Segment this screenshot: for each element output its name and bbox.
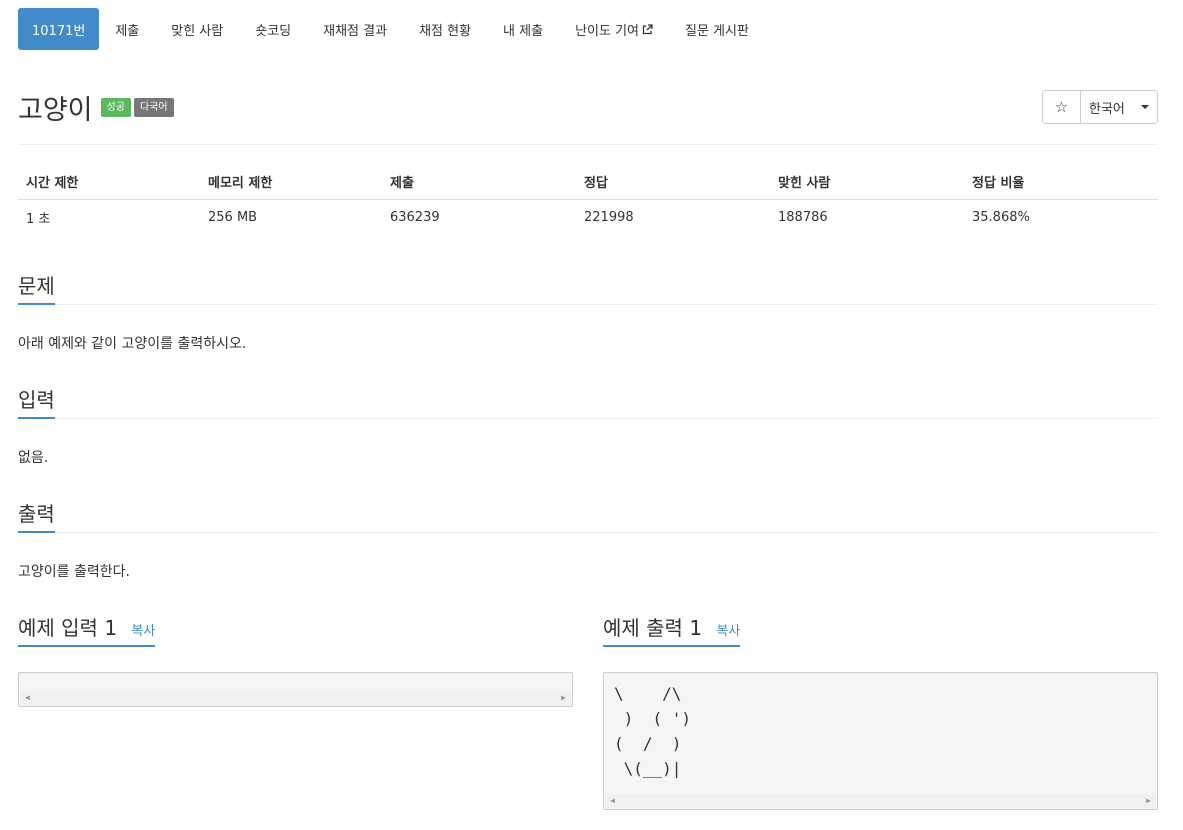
scroll-right-icon[interactable]: ▶ <box>561 694 566 702</box>
table-header: 메모리 제한 <box>208 176 273 191</box>
section-title-input: 입력 <box>18 384 55 419</box>
scroll-right-icon[interactable]: ▶ <box>1146 797 1151 805</box>
language-controls: ☆ 한국어 <box>1042 90 1158 124</box>
problem-title-row: 고양이 성공 다국어 <box>18 88 174 127</box>
favorite-button[interactable]: ☆ <box>1042 90 1081 124</box>
status-badge-multilang: 다국어 <box>133 98 174 117</box>
copy-input-button[interactable]: 복사 <box>131 624 155 639</box>
section-header: 예제 출력 1 복사 <box>603 612 1158 648</box>
sample-input-box[interactable]: ◀ ▶ <box>18 672 573 707</box>
tab-my-submissions[interactable]: 내 제출 <box>487 8 559 50</box>
table-cell: 35.868% <box>972 210 1030 225</box>
problem-title: 고양이 <box>18 95 93 126</box>
table-row: 1 초 256 MB 636239 221998 188786 35.868% <box>18 200 1158 235</box>
scroll-left-icon[interactable]: ◀ <box>610 797 615 805</box>
status-badge-success: 성공 <box>100 98 131 117</box>
language-dropdown-value: 한국어 <box>1089 101 1125 117</box>
problem-description-section: 문제 아래 예제와 같이 고양이를 출력하시오. <box>18 270 1158 353</box>
external-link-icon <box>642 23 653 34</box>
input-description: 없음. <box>18 450 49 466</box>
section-title-output: 출력 <box>18 498 55 533</box>
scroll-left-icon[interactable]: ◀ <box>25 694 30 702</box>
output-section: 출력 고양이를 출력한다. <box>18 498 1158 581</box>
section-header: 문제 <box>18 270 1158 305</box>
horizontal-scrollbar[interactable]: ◀ ▶ <box>605 794 1156 808</box>
output-description: 고양이를 출력한다. <box>18 564 130 580</box>
title-divider <box>18 144 1158 145</box>
sample-input-title-wrap: 예제 입력 1 복사 <box>18 612 156 647</box>
tab-judge-status[interactable]: 채점 현황 <box>403 8 487 50</box>
horizontal-scrollbar[interactable]: ◀ ▶ <box>20 691 571 705</box>
sample-input-title: 예제 입력 1 <box>18 616 118 640</box>
tab-solved-users[interactable]: 맞힌 사람 <box>155 8 239 50</box>
sample-input-panel: 예제 입력 1 복사 ◀ ▶ <box>18 612 573 707</box>
tab-question-board[interactable]: 질문 게시판 <box>669 8 765 50</box>
table-header-row: 시간 제한 메모리 제한 제출 정답 맞힌 사람 정답 비율 <box>18 164 1158 200</box>
sample-output-text: \ /\ ) ( ') ( / ) \(__)| <box>614 684 692 778</box>
sample-output-panel: 예제 출력 1 복사 \ /\ ) ( ') ( / ) \(__)| ◀ ▶ <box>603 612 1158 810</box>
problem-description: 아래 예제와 같이 고양이를 출력하시오. <box>18 336 247 352</box>
table-cell: 636239 <box>390 210 440 225</box>
section-header: 예제 입력 1 복사 <box>18 612 573 648</box>
table-header: 정답 비율 <box>972 176 1025 191</box>
sample-output-title-wrap: 예제 출력 1 복사 <box>603 612 741 647</box>
section-header: 입력 <box>18 384 1158 419</box>
tab-submit[interactable]: 제출 <box>99 8 155 50</box>
tab-rejudge-results[interactable]: 재채점 결과 <box>307 8 403 50</box>
tab-difficulty-contribution[interactable]: 난이도 기여 <box>559 8 669 50</box>
table-cell: 1 초 <box>26 212 51 227</box>
table-cell: 256 MB <box>208 210 258 225</box>
copy-output-button[interactable]: 복사 <box>716 624 740 639</box>
table-cell: 188786 <box>778 210 828 225</box>
table-cell: 221998 <box>584 210 634 225</box>
language-dropdown[interactable]: 한국어 <box>1081 90 1158 124</box>
section-header: 출력 <box>18 498 1158 533</box>
table-header: 맞힌 사람 <box>778 176 831 191</box>
caret-down-icon <box>1141 105 1149 109</box>
tab-short-coding[interactable]: 숏코딩 <box>239 8 307 50</box>
problem-info-table: 시간 제한 메모리 제한 제출 정답 맞힌 사람 정답 비율 1 초 256 M… <box>18 164 1158 235</box>
table-header: 정답 <box>584 176 608 191</box>
input-section: 입력 없음. <box>18 384 1158 467</box>
sample-output-title: 예제 출력 1 <box>603 616 703 640</box>
section-title-problem: 문제 <box>18 270 55 305</box>
table-header: 시간 제한 <box>26 176 79 191</box>
table-header: 제출 <box>390 176 414 191</box>
tab-problem-number[interactable]: 10171번 <box>18 8 100 50</box>
sample-output-box[interactable]: \ /\ ) ( ') ( / ) \(__)| ◀ ▶ <box>603 672 1158 810</box>
problem-tabs: 10171번 제출 맞힌 사람 숏코딩 재채점 결과 채점 현황 내 제출 난이… <box>18 8 765 50</box>
sample-input-text <box>19 673 572 681</box>
star-icon: ☆ <box>1054 98 1069 116</box>
